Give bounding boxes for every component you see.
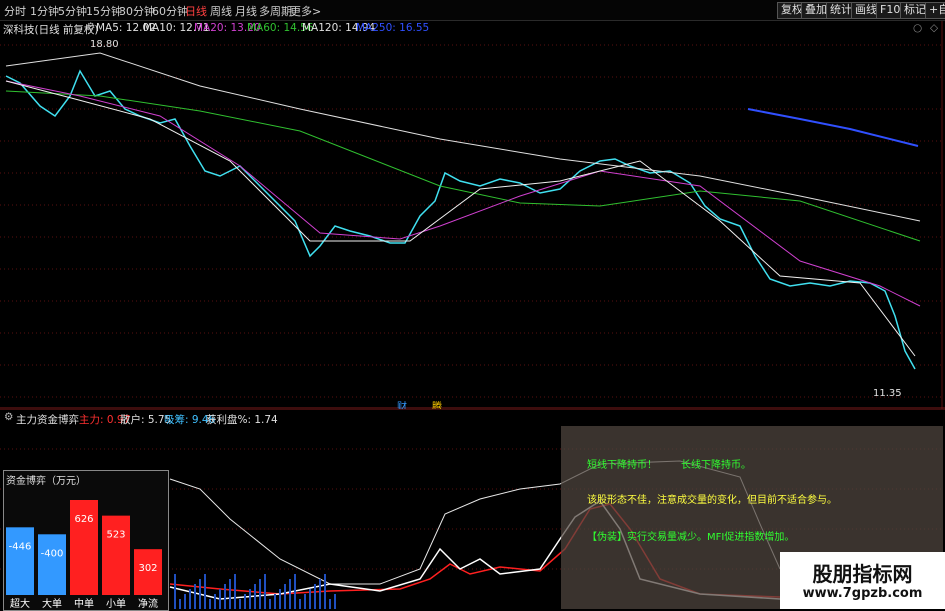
fund-bar-3 <box>102 515 130 595</box>
long-term-note: 长线下降持币。 <box>681 460 751 471</box>
collapse-icon[interactable]: ○ <box>913 22 922 34</box>
period-tab-monthly[interactable]: 月线 <box>235 3 257 19</box>
period-tab-1min[interactable]: 1分钟 <box>30 3 59 19</box>
period-tab-multi[interactable]: 多周期 <box>259 3 292 19</box>
pattern-note: 该股形态不佳，注意成交量的变化，但目前不适合参与。 <box>587 495 837 506</box>
high-price-label: 18.80 <box>90 39 119 50</box>
ma250-legend: MA250: 16.55 <box>356 22 430 34</box>
site-watermark: 股朋指标网 www.7gpzb.com <box>780 552 945 609</box>
low-price-label: 11.35 <box>873 388 902 399</box>
period-tab-60min[interactable]: 60分钟 <box>152 3 188 19</box>
fund-bar-label-2: 中单 <box>74 597 94 610</box>
expand-icon[interactable]: ◇ <box>930 22 938 34</box>
period-tab-15min[interactable]: 15分钟 <box>86 3 122 19</box>
watermark-url: www.7gpzb.com <box>802 586 923 601</box>
fund-bar-label-1: 大单 <box>42 597 62 610</box>
fund-bar-label-0: 超大 <box>10 597 30 610</box>
fund-bar-label-3: 小单 <box>106 598 126 610</box>
period-tab-more[interactable]: 更多> <box>290 3 321 19</box>
watermark-title: 股朋指标网 <box>812 562 913 586</box>
kline-bg <box>0 21 945 409</box>
disguise-note: 【伪装】实行交易量减少。MFI促进指数增加。 <box>587 532 795 543</box>
fund-bar-value-3: 523 <box>106 530 125 541</box>
fund-bar-value-4: 302 <box>138 563 157 574</box>
period-toolbar: 分时 1分钟 5分钟 15分钟 30分钟 60分钟 日线 周线 月线 多周期 更… <box>0 0 945 21</box>
fund-bar-value-1: -400 <box>41 548 64 559</box>
period-tab-daily[interactable]: 日线 <box>185 3 207 19</box>
period-tab-30min[interactable]: 30分钟 <box>119 3 155 19</box>
fund-flow-box: 资金博弈（万元） -446 超大 -400 大单 626 中单 523 小单 302 净流 <box>3 470 169 611</box>
period-tab-5min[interactable]: 5分钟 <box>58 3 87 19</box>
kline-panel: 深科技(日线 前复权) ⚙ MA5: 12.02 MA10: 12.71 MA2… <box>0 21 945 413</box>
fund-bars: -446 超大 -400 大单 626 中单 523 小单 302 净流 <box>6 500 162 610</box>
fund-bar-value-2: 626 <box>74 514 93 525</box>
fund-bar-0 <box>6 527 34 595</box>
fund-bar-value-0: -446 <box>9 541 32 552</box>
indicator-gear-icon[interactable]: ⚙ <box>4 411 13 423</box>
period-tab-fenshi[interactable]: 分时 <box>4 3 26 19</box>
kline-chart[interactable] <box>0 21 945 409</box>
profit-legend: 获利盘%: 1.74 <box>206 414 278 426</box>
stock-title: 深科技(日线 前复权) <box>3 24 99 36</box>
fund-box-title: 资金博弈（万元） <box>6 476 86 487</box>
fund-bar-label-4: 净流 <box>138 597 158 610</box>
settings-gear-icon[interactable]: ⚙ <box>86 21 95 33</box>
period-tab-weekly[interactable]: 周线 <box>210 3 232 19</box>
short-term-note: 短线下降持币！ <box>587 460 657 471</box>
add-custom-button[interactable]: +自 <box>925 2 945 19</box>
fund-bar-1 <box>38 534 66 595</box>
indicator-title: 主力资金博弈 <box>16 414 79 426</box>
